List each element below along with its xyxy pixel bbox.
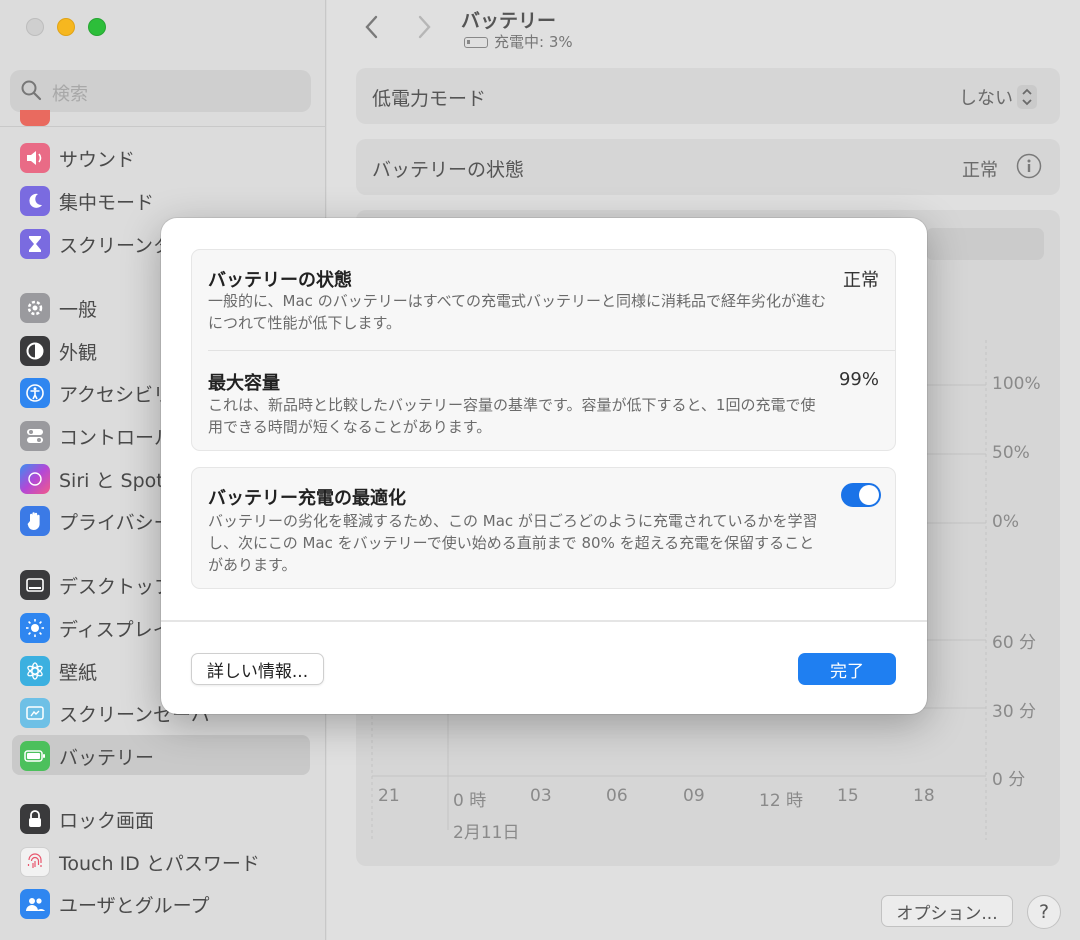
charging-battery-icon [464, 37, 488, 48]
zoom-window-button[interactable] [88, 18, 106, 36]
screensaver-icon [20, 698, 50, 728]
health-info-group: バッテリーの状態 正常 一般的に、Mac のバッテリーはすべての充電式バッテリー… [191, 249, 896, 451]
battery-health-sheet: バッテリーの状態 正常 一般的に、Mac のバッテリーはすべての充電式バッテリー… [161, 218, 927, 714]
low-power-label: 低電力モード [372, 88, 487, 110]
brightness-icon [20, 613, 50, 643]
sidebar-item-label: 壁紙 [59, 662, 98, 684]
x-tick: 0 時 [453, 791, 487, 811]
x-tick: 06 [606, 786, 628, 806]
hourglass-icon [20, 229, 50, 259]
sidebar-item-label: 集中モード [59, 192, 155, 214]
sidebar-item-label: ユーザとグループ [59, 895, 210, 917]
moon-icon [20, 186, 50, 216]
info-icon[interactable] [1016, 153, 1042, 179]
sidebar-item-label: プライバシー [59, 512, 173, 534]
gear-icon [20, 293, 50, 323]
popup-chevron-icon[interactable] [1016, 84, 1038, 110]
sidebar-item-label: ロック画面 [59, 810, 155, 832]
sidebar-item-battery[interactable]: バッテリー [12, 735, 310, 775]
forward-chevron-icon[interactable] [412, 12, 436, 42]
optimized-charging-description: バッテリーの劣化を軽減するため、この Mac が日ごろどのように充電されているか… [208, 512, 818, 574]
charging-status: 充電中: 3% [494, 33, 573, 51]
sidebar-item-lock-screen[interactable]: ロック画面 [12, 798, 310, 838]
sidebar-item-label: スクリーンタ [59, 235, 173, 257]
back-chevron-icon[interactable] [360, 12, 384, 42]
wallpaper-icon [20, 656, 50, 686]
low-power-select[interactable]: しない [959, 84, 1013, 110]
toggle-knob [859, 485, 879, 505]
chart-date-label: 2月11日 [453, 823, 520, 843]
sidebar-item-label: サウンド [59, 149, 136, 171]
sidebar-item-sound[interactable]: サウンド [12, 137, 310, 177]
capacity-description: これは、新品時と比較したバッテリー容量の基準です。容量が低下すると、1回の充電で… [208, 396, 816, 436]
sheet-divider [161, 620, 927, 622]
level-tick-0: 0% [992, 512, 1019, 532]
sidebar-item-users[interactable]: ユーザとグループ [12, 883, 310, 923]
sidebar-item-label: バッテリー [59, 747, 155, 769]
time-tick-60: 60 分 [992, 633, 1037, 653]
sidebar-item-label: コントロール [59, 427, 174, 449]
x-tick: 09 [683, 786, 705, 806]
more-info-button[interactable]: 詳しい情報... [191, 653, 324, 685]
hand-icon [20, 506, 50, 536]
battery-health-value: 正常 [962, 160, 998, 181]
level-tick-50: 50% [992, 443, 1030, 463]
health-value: 正常 [843, 270, 879, 291]
fingerprint-icon [20, 847, 50, 877]
search-icon [21, 80, 42, 101]
sidebar-item-label: 一般 [59, 299, 98, 321]
appearance-icon [20, 336, 50, 366]
desktop-icon [20, 570, 50, 600]
speaker-icon [20, 143, 50, 173]
group-divider [208, 350, 895, 351]
options-button[interactable]: オプション... [881, 895, 1013, 927]
sidebar-item-touch-id[interactable]: Touch ID とパスワード [12, 841, 310, 881]
users-icon [20, 889, 50, 919]
x-tick: 18 [913, 786, 935, 806]
partial-icon [20, 110, 50, 126]
battery-health-label: バッテリーの状態 [372, 159, 525, 181]
time-tick-0: 0 分 [992, 770, 1026, 790]
sidebar-item-label: 外観 [59, 342, 98, 364]
optimized-charging-group: バッテリー充電の最適化 バッテリーの劣化を軽減するため、この Mac が日ごろど… [191, 467, 896, 589]
battery-icon [20, 741, 50, 771]
x-tick: 15 [837, 786, 859, 806]
level-tick-100: 100% [992, 374, 1041, 394]
sidebar-item-label: アクセシビリ [59, 384, 173, 406]
optimized-charging-toggle[interactable] [841, 483, 881, 507]
capacity-title: 最大容量 [208, 373, 280, 394]
control-center-icon [20, 421, 50, 451]
page-subtitle: 充電中: 3% [464, 31, 573, 52]
health-title: バッテリーの状態 [208, 270, 352, 291]
sidebar-item-label: デスクトップ [59, 576, 174, 598]
close-window-button[interactable] [26, 18, 44, 36]
time-tick-30: 30 分 [992, 702, 1037, 722]
accessibility-icon [20, 378, 50, 408]
health-description: 一般的に、Mac のバッテリーはすべての充電式バッテリーと同様に消耗品で経年劣化… [208, 292, 827, 332]
x-tick: 03 [530, 786, 552, 806]
optimized-charging-title: バッテリー充電の最適化 [208, 488, 406, 509]
sidebar-item-label: Touch ID とパスワード [59, 853, 260, 875]
help-button[interactable]: ? [1027, 895, 1061, 929]
siri-icon [20, 464, 50, 494]
sidebar-item-label: ディスプレイ [59, 619, 172, 641]
search-placeholder: 検索 [52, 84, 88, 105]
sidebar-item-focus[interactable]: 集中モード [12, 180, 310, 220]
sidebar-item-label: Siri と Spotl [59, 470, 169, 492]
search-field[interactable]: 検索 [10, 70, 311, 112]
sidebar-item-partial[interactable] [12, 110, 310, 130]
page-title: バッテリー [461, 10, 557, 32]
low-power-row: 低電力モード しない [356, 68, 1060, 124]
lock-icon [20, 804, 50, 834]
x-tick: 21 [378, 786, 400, 806]
minimize-window-button[interactable] [57, 18, 75, 36]
capacity-value: 99% [838, 369, 879, 390]
x-tick: 12 時 [759, 791, 804, 811]
battery-health-row: バッテリーの状態 正常 [356, 139, 1060, 195]
done-button[interactable]: 完了 [798, 653, 896, 685]
